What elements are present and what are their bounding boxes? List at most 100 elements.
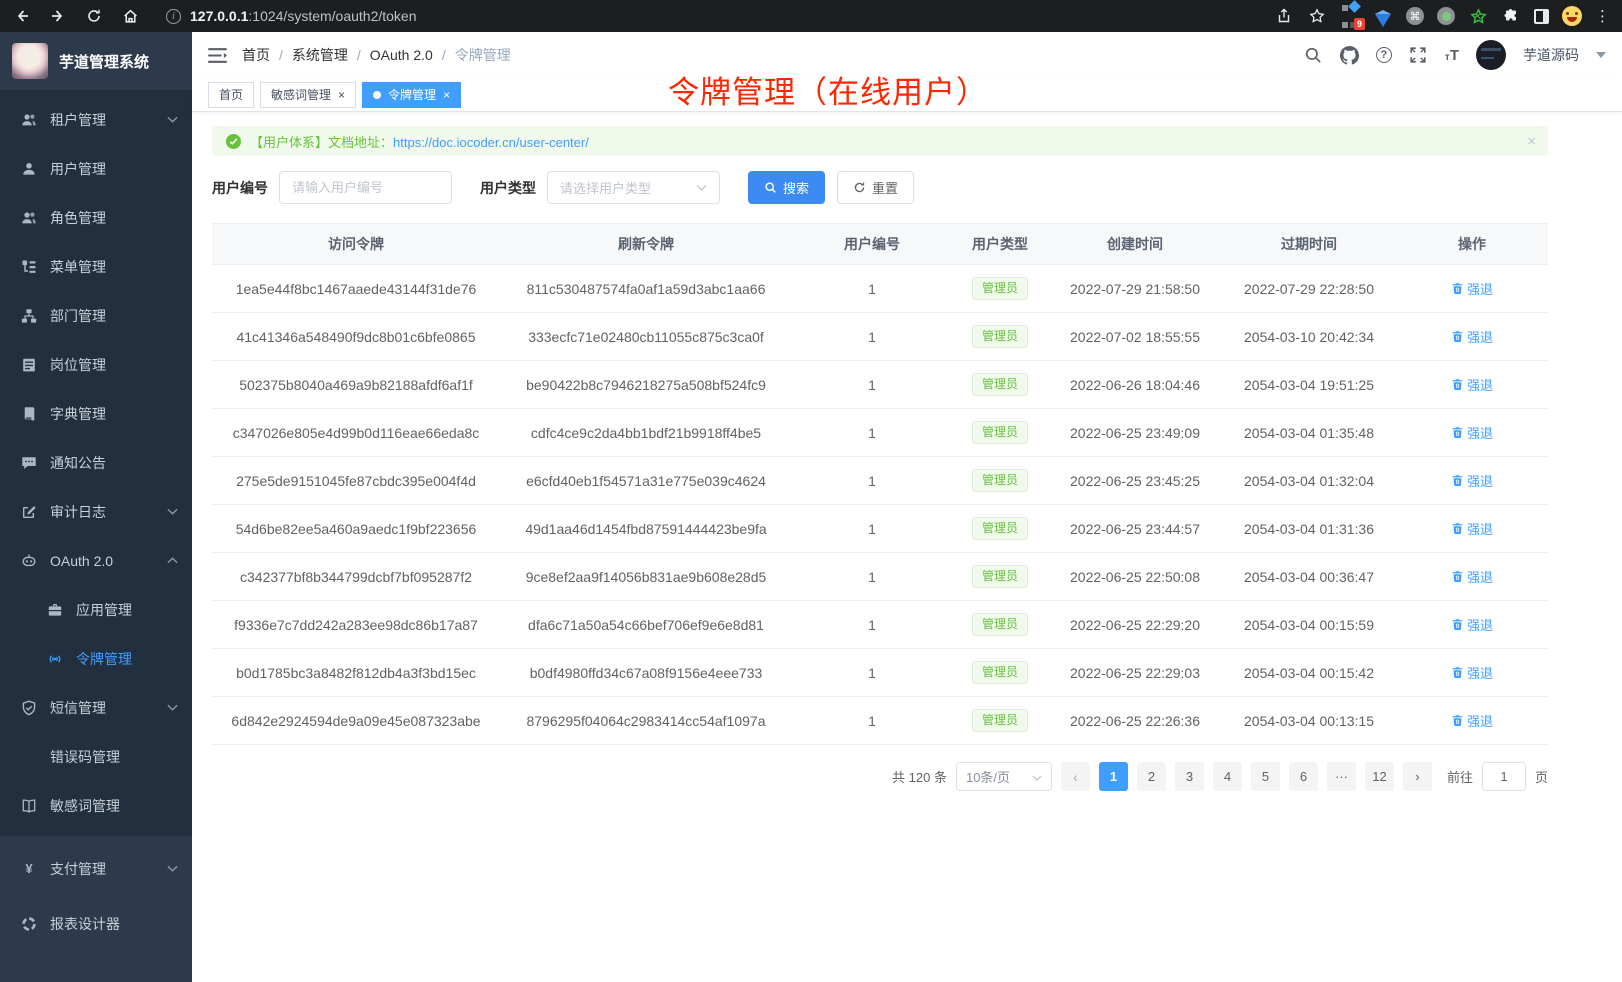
- force-logout-button[interactable]: 强退: [1451, 375, 1493, 394]
- page-size-select[interactable]: 10条/页: [956, 762, 1052, 791]
- fullscreen-icon[interactable]: [1409, 46, 1428, 65]
- token-table: 访问令牌刷新令牌用户编号用户类型创建时间过期时间操作 1ea5e44f8bc14…: [212, 223, 1548, 745]
- access-token-cell: b0d1785bc3a8482f812db4a3f3bd15ec: [212, 649, 500, 697]
- profile-avatar-icon[interactable]: [1562, 6, 1582, 26]
- page-buttons: 123456···12: [1099, 762, 1394, 791]
- sidebar-item-pay[interactable]: ¥支付管理: [0, 841, 192, 896]
- browser-forward-icon[interactable]: [48, 6, 68, 26]
- sidebar-toggle-icon[interactable]: [208, 48, 227, 63]
- breadcrumb-item[interactable]: 首页: [242, 45, 270, 65]
- username[interactable]: 芋道源码: [1523, 45, 1579, 65]
- sidebar-item-sensitive[interactable]: 敏感词管理: [0, 781, 192, 830]
- sidebar-item-menu[interactable]: 菜单管理: [0, 242, 192, 291]
- breadcrumb-separator: /: [279, 47, 283, 63]
- page-button-1[interactable]: 1: [1099, 762, 1128, 791]
- gem-extension-icon[interactable]: [1373, 6, 1393, 26]
- user-type-placeholder: 请选择用户类型: [560, 178, 651, 197]
- browser-back-icon[interactable]: [12, 6, 32, 26]
- user-id-input[interactable]: [279, 171, 452, 204]
- sidebar-item-oauth2-app[interactable]: 应用管理: [0, 585, 192, 634]
- force-logout-button[interactable]: 强退: [1451, 279, 1493, 298]
- bookmark-star-icon[interactable]: [1307, 6, 1327, 26]
- table-header: 访问令牌刷新令牌用户编号用户类型创建时间过期时间操作: [212, 224, 1548, 265]
- user-menu-caret-icon[interactable]: [1596, 52, 1606, 58]
- force-logout-button[interactable]: 强退: [1451, 519, 1493, 538]
- sidebar-item-role[interactable]: 角色管理: [0, 193, 192, 242]
- page-button-12[interactable]: 12: [1365, 762, 1394, 791]
- sidebar-item-errcode[interactable]: 错误码管理: [0, 732, 192, 781]
- github-icon[interactable]: [1340, 46, 1359, 65]
- force-logout-button[interactable]: 强退: [1451, 711, 1493, 730]
- sidebar-item-notice[interactable]: 通知公告: [0, 438, 192, 487]
- expire-time-cell: 2054-03-04 01:31:36: [1222, 505, 1396, 553]
- sidebar-item-user[interactable]: 用户管理: [0, 144, 192, 193]
- force-logout-button[interactable]: 强退: [1451, 471, 1493, 490]
- recorder-extension-icon[interactable]: [1437, 7, 1455, 25]
- page-button-6[interactable]: 6: [1289, 762, 1318, 791]
- sidebar-item-post[interactable]: 岗位管理: [0, 340, 192, 389]
- search-button[interactable]: 搜索: [748, 171, 825, 204]
- sidebar-item-sms[interactable]: 短信管理: [0, 683, 192, 732]
- expire-time-cell: 2054-03-10 20:42:34: [1222, 313, 1396, 361]
- access-token-cell: 41c41346a548490f9dc8b01c6bfe0865: [212, 313, 500, 361]
- site-info-icon[interactable]: i: [166, 9, 181, 24]
- font-size-icon[interactable]: тT: [1445, 47, 1459, 64]
- sidebar-item-oauth2[interactable]: OAuth 2.0: [0, 536, 192, 585]
- address-bar[interactable]: i 127.0.0.1:1024/system/oauth2/token: [156, 3, 1258, 29]
- goto-page-input[interactable]: [1482, 762, 1526, 791]
- sidebar-item-audit[interactable]: 审计日志: [0, 487, 192, 536]
- force-logout-button[interactable]: 强退: [1451, 567, 1493, 586]
- page-button-2[interactable]: 2: [1137, 762, 1166, 791]
- evernote-extension-icon[interactable]: [1468, 6, 1488, 26]
- page-button-4[interactable]: 4: [1213, 762, 1242, 791]
- app-logo-row[interactable]: 芋道管理系统: [0, 32, 192, 90]
- sidebar-item-dept[interactable]: 部门管理: [0, 291, 192, 340]
- trash-icon: [1451, 618, 1464, 631]
- reset-button[interactable]: 重置: [837, 171, 914, 204]
- sidebar-item-dict[interactable]: 字典管理: [0, 389, 192, 438]
- sidebar-item-report[interactable]: 报表设计器: [0, 896, 192, 951]
- pay-icon: ¥: [20, 860, 38, 878]
- user-type-cell: 管理员: [952, 553, 1048, 601]
- next-page-button[interactable]: ›: [1403, 762, 1432, 791]
- sidepanel-icon[interactable]: [1534, 9, 1549, 24]
- page-button-5[interactable]: 5: [1251, 762, 1280, 791]
- breadcrumb-item[interactable]: OAuth 2.0: [370, 47, 433, 63]
- share-icon[interactable]: [1274, 6, 1294, 26]
- extension-grid-icon[interactable]: 9: [1340, 6, 1360, 26]
- alert-close-icon[interactable]: ×: [1527, 133, 1536, 150]
- browser-menu-icon[interactable]: ⋮: [1595, 7, 1610, 25]
- user-type-badge: 管理员: [972, 277, 1028, 300]
- tab-令牌管理[interactable]: 令牌管理×: [362, 82, 461, 108]
- command-extension-icon[interactable]: ⌘: [1406, 7, 1424, 25]
- puzzle-extensions-icon[interactable]: [1501, 6, 1521, 26]
- force-logout-button[interactable]: 强退: [1451, 615, 1493, 634]
- force-logout-button[interactable]: 强退: [1451, 423, 1493, 442]
- sidebar-item-tenant[interactable]: 租户管理: [0, 95, 192, 144]
- user-id-cell: 1: [792, 505, 952, 553]
- tab-敏感词管理[interactable]: 敏感词管理×: [260, 82, 356, 108]
- doc-link[interactable]: https://doc.iocoder.cn/user-center/: [393, 135, 589, 150]
- table-row: 1ea5e44f8bc1467aaede43144f31de76811c5304…: [212, 265, 1548, 313]
- page-button-3[interactable]: 3: [1175, 762, 1204, 791]
- search-icon[interactable]: [1304, 46, 1323, 65]
- force-logout-button[interactable]: 强退: [1451, 327, 1493, 346]
- sidebar-item-label: 敏感词管理: [50, 796, 120, 816]
- tab-首页[interactable]: 首页: [208, 82, 254, 108]
- user-type-select[interactable]: 请选择用户类型: [547, 171, 720, 204]
- force-logout-button[interactable]: 强退: [1451, 663, 1493, 682]
- help-icon[interactable]: ?: [1376, 47, 1392, 63]
- goto-unit: 页: [1535, 767, 1548, 786]
- breadcrumb-item[interactable]: 系统管理: [292, 45, 348, 65]
- user-type-badge: 管理员: [972, 613, 1028, 636]
- browser-home-icon[interactable]: [120, 6, 140, 26]
- access-token-cell: 502375b8040a469a9b82188afdf6af1f: [212, 361, 500, 409]
- prev-page-button[interactable]: ‹: [1061, 762, 1090, 791]
- app-title: 芋道管理系统: [59, 51, 149, 72]
- tab-close-icon[interactable]: ×: [338, 89, 345, 101]
- tab-close-icon[interactable]: ×: [443, 89, 450, 101]
- page-more-button[interactable]: ···: [1327, 762, 1356, 791]
- browser-reload-icon[interactable]: [84, 6, 104, 26]
- sidebar-item-oauth2-token[interactable]: 令牌管理: [0, 634, 192, 683]
- user-avatar[interactable]: [1476, 40, 1506, 70]
